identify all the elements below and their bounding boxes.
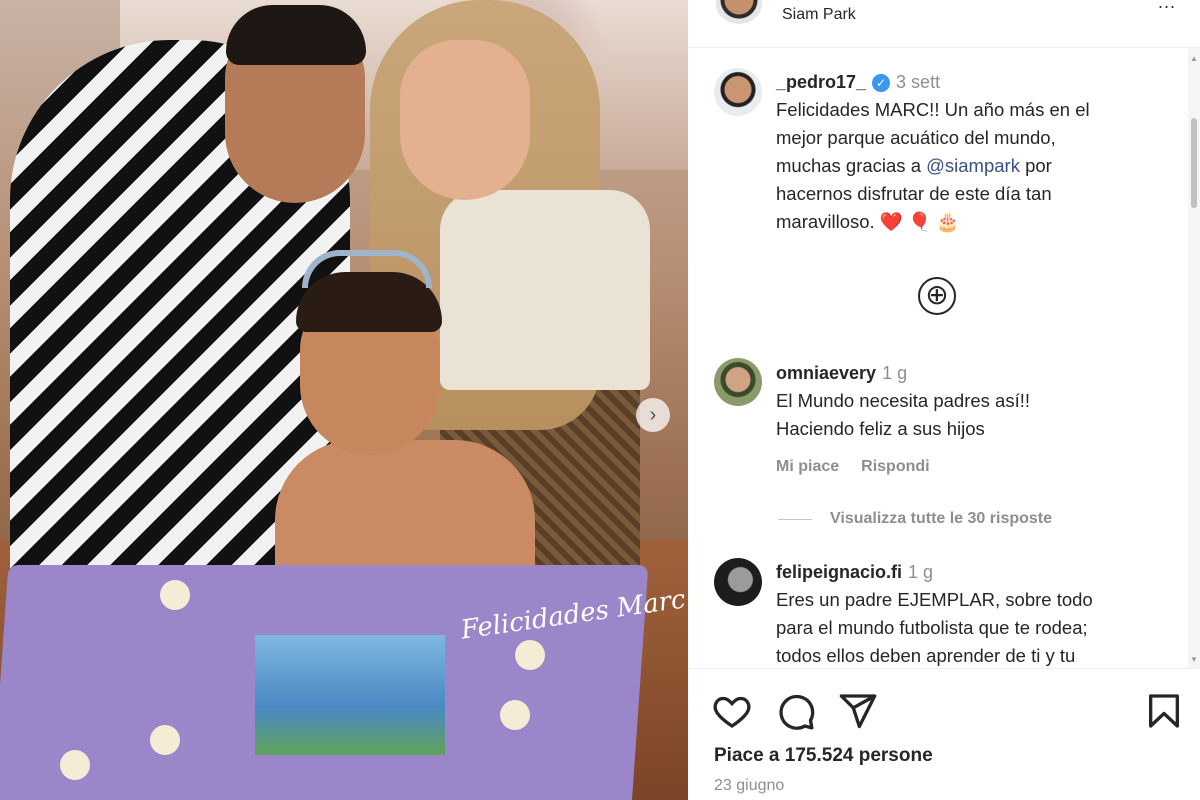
caption-time[interactable]: 3 sett: [896, 72, 940, 92]
post-side-panel: Siam Park ... _pedro17_ ✓ 3 sett Felicidad…: [688, 0, 1200, 800]
caption-line: Felicidades MARC!! Un año más en el: [776, 99, 1090, 120]
mention-link[interactable]: @siampark: [926, 155, 1020, 176]
woman-face: [400, 40, 530, 200]
man-hair: [226, 5, 366, 65]
caption-username-row: _pedro17_ ✓ 3 sett: [776, 72, 940, 93]
comment-line: para el mundo futbolista que te rodea;: [776, 617, 1088, 638]
comment-icon[interactable]: [776, 691, 816, 731]
comment-time[interactable]: 1 g: [908, 562, 933, 582]
post-date[interactable]: 23 giugno: [714, 777, 784, 795]
comments-list: _pedro17_ ✓ 3 sett Felicidades MARC!! Un a…: [688, 48, 1188, 668]
scroll-thumb[interactable]: [1191, 118, 1197, 208]
likes-count[interactable]: Piace a 175.524 persone: [714, 745, 933, 767]
view-replies-label: Visualizza tutte le 30 risposte: [830, 510, 1053, 527]
comment-line: El Mundo necesita padres así!!: [776, 390, 1031, 411]
author-avatar[interactable]: [716, 0, 762, 24]
caption-line: hacernos disfrutar de este día tan: [776, 183, 1052, 204]
comment-avatar[interactable]: [714, 358, 762, 406]
caption-line: maravilloso. ❤️ 🎈 🎂: [776, 211, 960, 232]
view-replies-button[interactable]: Visualizza tutte le 30 risposte: [778, 510, 1052, 528]
like-comment-button[interactable]: Mi piace: [776, 458, 839, 475]
caption-text: Felicidades MARC!! Un año más en el mejo…: [776, 96, 1090, 236]
verified-icon: ✓: [872, 74, 891, 92]
post-header: Siam Park ...: [688, 0, 1200, 48]
comment-username-row: omniaevery 1 g: [776, 363, 907, 384]
caption-username[interactable]: _pedro17_: [776, 72, 866, 92]
woman-top: [440, 190, 650, 390]
tiara: [302, 250, 432, 288]
comment-text: Eres un padre EJEMPLAR, sobre todo para …: [776, 586, 1093, 668]
plus-circle-icon[interactable]: ⊕: [918, 277, 956, 315]
cake-rosette: [515, 640, 545, 670]
cake-picture: [255, 635, 445, 755]
comment-actions: Mi piace Rispondi: [776, 458, 952, 476]
cake-rosette: [150, 725, 180, 755]
scroll-down-icon[interactable]: ▼: [1190, 655, 1198, 664]
comment-username[interactable]: felipeignacio.fi: [776, 562, 902, 582]
comment-username[interactable]: omniaevery: [776, 363, 876, 383]
comment-line: Eres un padre EJEMPLAR, sobre todo: [776, 589, 1093, 610]
next-arrow-icon[interactable]: ›: [636, 398, 670, 432]
caption-line-part: muchas gracias a: [776, 155, 927, 176]
caption-line-part: por: [1019, 155, 1052, 176]
replies-divider: [778, 518, 812, 520]
share-icon[interactable]: [838, 691, 878, 731]
location-link[interactable]: Siam Park: [782, 6, 856, 24]
cake-rosette: [500, 700, 530, 730]
comment-time[interactable]: 1 g: [882, 363, 907, 383]
comment-line: Haciendo feliz a sus hijos: [776, 418, 985, 439]
cake-rosette: [60, 750, 90, 780]
caption-line: mejor parque acuático del mundo,: [776, 127, 1056, 148]
post-photo[interactable]: Felicidades Marc ›: [0, 0, 688, 800]
more-icon[interactable]: ...: [1158, 0, 1176, 13]
comment-text: El Mundo necesita padres así!! Haciendo …: [776, 387, 1030, 443]
bookmark-icon[interactable]: [1144, 691, 1184, 731]
caption-line: muchas gracias a @siampark por: [776, 152, 1090, 180]
caption-avatar[interactable]: [714, 68, 762, 116]
post-footer: Piace a 175.524 persone 23 giugno: [688, 668, 1200, 800]
heart-icon[interactable]: [712, 691, 752, 731]
comment-username-row: felipeignacio.fi 1 g: [776, 562, 933, 583]
comments-scrollbar[interactable]: ▲ ▼: [1188, 48, 1200, 668]
cake-rosette: [160, 580, 190, 610]
reply-button[interactable]: Rispondi: [861, 458, 929, 475]
scroll-up-icon[interactable]: ▲: [1190, 54, 1198, 63]
comment-line: todos ellos deben aprender de ti y tu: [776, 645, 1076, 666]
comment-avatar[interactable]: [714, 558, 762, 606]
